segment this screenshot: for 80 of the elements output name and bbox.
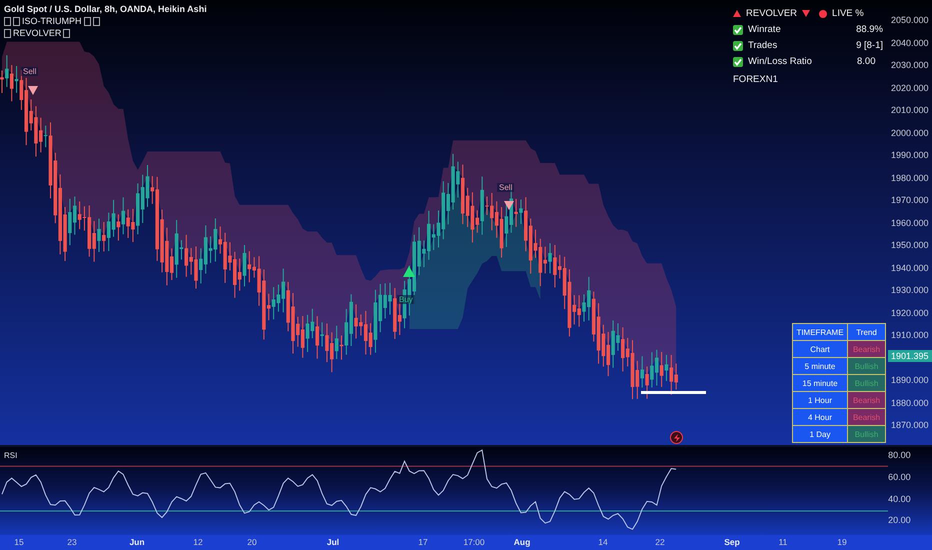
table-cell: 4 Hour: [792, 408, 848, 426]
trend-cell: Bearish: [848, 340, 886, 358]
glyph-box-icon: [92, 16, 100, 26]
rsi-label: RSI: [4, 451, 18, 460]
price-label: 1870.000: [891, 420, 929, 430]
price-label: 1950.000: [891, 240, 929, 250]
price-label: 2000.000: [891, 128, 929, 138]
date-label: 11: [778, 537, 788, 548]
triangle-down-icon: [802, 10, 810, 17]
price-label: 2010.000: [891, 105, 929, 115]
stat-label: Win/Loss Ratio: [748, 56, 813, 67]
indicator-name: REVOLVER: [13, 28, 62, 38]
trend-cell: Bearish: [848, 392, 886, 408]
price-label: 1960.000: [891, 218, 929, 228]
price-label: 2040.000: [891, 38, 929, 48]
sell-marker-icon: [28, 86, 38, 95]
glyph-box-icon: [84, 16, 90, 26]
table-cell: 15 minute: [792, 374, 848, 392]
glyph-box-icon: [63, 28, 70, 38]
signal-label: Sell: [497, 183, 514, 192]
rsi-axis-label: 80.00: [888, 450, 912, 460]
stat-label: Trades: [748, 40, 778, 51]
price-label: 1920.000: [891, 308, 929, 318]
price-label: 1880.000: [891, 398, 929, 408]
price-label: 2030.000: [891, 60, 929, 70]
table-cell: Chart: [792, 340, 848, 358]
table-cell: 1 Day: [792, 426, 848, 442]
date-label: 15: [14, 537, 24, 548]
date-label: Jun: [129, 537, 145, 548]
stats-title: REVOLVER: [746, 8, 798, 19]
price-label: 1990.000: [891, 150, 929, 160]
sell-marker-icon: [504, 201, 514, 210]
stat-value: 88.9%: [856, 24, 883, 35]
date-label: 17:00: [463, 537, 485, 548]
buy-marker-icon: [403, 266, 415, 277]
price-label: 1940.000: [891, 262, 929, 272]
date-label: 22: [655, 537, 665, 548]
trend-cell: Bullish: [848, 374, 886, 392]
trend-cell: Bearish: [848, 408, 886, 426]
date-label: Aug: [514, 537, 530, 548]
rsi-axis-label: 60.00: [888, 472, 912, 482]
glyph-box-icon: [13, 16, 20, 26]
indicator-name: ISO-TRIUMPH: [22, 16, 82, 26]
table-header: TIMEFRAME: [792, 324, 848, 340]
date-label: 14: [598, 537, 608, 548]
price-label: 1930.000: [891, 285, 929, 295]
date-label: 17: [418, 537, 428, 548]
date-label: 23: [67, 537, 77, 548]
date-label: 19: [837, 537, 847, 548]
price-label: 1980.000: [891, 172, 929, 182]
price-label: 1970.000: [891, 195, 929, 205]
signal-label: Sell: [21, 67, 38, 76]
table-cell: 1 Hour: [792, 392, 848, 408]
trend-cell: Bullish: [848, 358, 886, 374]
date-label: Jul: [326, 537, 340, 548]
date-label: 12: [193, 537, 203, 548]
trend-cell: Bullish: [848, 426, 886, 442]
last-price-tag: 1901.395: [888, 350, 932, 362]
stats-footer: FOREXN1: [733, 74, 883, 85]
stat-label: Winrate: [748, 24, 782, 35]
price-label: 1890.000: [891, 375, 929, 385]
stat-value: 9 [8-1]: [856, 40, 883, 51]
date-label: 20: [247, 537, 257, 548]
signal-label: Buy: [397, 295, 415, 304]
price-label: 1910.000: [891, 330, 929, 340]
glyph-box-icon: [4, 16, 11, 26]
triangle-up-icon: [733, 10, 741, 17]
glyph-box-icon: [4, 28, 11, 38]
live-status-dot-icon: [819, 10, 828, 18]
date-label: Sep: [724, 537, 740, 548]
stat-value: 8.00: [857, 56, 876, 67]
symbol-title: Gold Spot / U.S. Dollar, 8h, OANDA, Heikin Ashi: [4, 4, 207, 14]
table-cell: 5 minute: [792, 358, 848, 374]
price-label: 2020.000: [891, 82, 929, 92]
support-line: [641, 391, 706, 394]
lightning-icon[interactable]: [670, 431, 683, 444]
live-label: LIVE %: [832, 8, 864, 19]
rsi-axis-label: 40.00: [888, 494, 912, 504]
price-label: 2050.000: [891, 15, 929, 25]
rsi-axis-label: 20.00: [888, 515, 912, 526]
